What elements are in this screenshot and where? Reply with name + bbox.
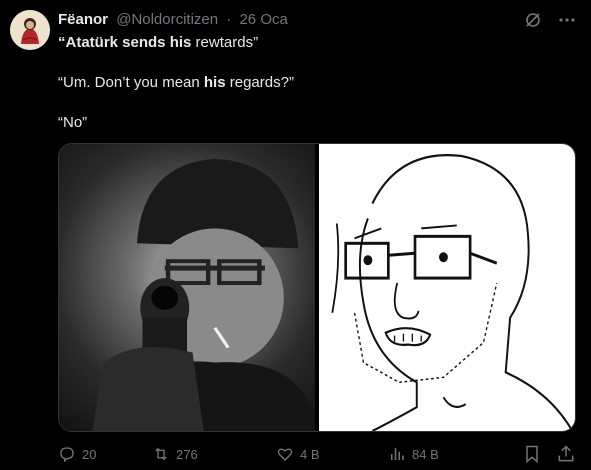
tweet-text: “Atatürk sends his rewtards” “Um. Don’t … <box>58 33 578 153</box>
tweet-line-2: “Um. Don’t you mean his regards?” <box>58 74 294 91</box>
reply-icon <box>60 447 74 463</box>
more-icon[interactable] <box>557 10 577 30</box>
wojak-glasses-drawing[interactable] <box>319 144 575 431</box>
views-count: 84 B <box>412 446 439 462</box>
media-grid <box>58 143 576 432</box>
repost-icon <box>155 447 167 461</box>
man-with-pistol-photo[interactable] <box>59 144 315 431</box>
repost-count: 276 <box>176 446 198 462</box>
share-icon[interactable] <box>556 444 576 464</box>
like-count: 4 B <box>300 446 320 462</box>
tweet-actions-right <box>522 444 576 464</box>
like-button[interactable]: 4 B <box>276 443 388 465</box>
tweet-line-1: “Atatürk sends his rewtards” <box>58 34 259 51</box>
repost-button[interactable]: 276 <box>152 443 276 465</box>
bookmark-icon[interactable] <box>522 444 542 464</box>
like-icon <box>277 448 293 461</box>
views-button[interactable]: 84 B <box>388 443 516 465</box>
grok-icon[interactable] <box>523 10 543 30</box>
avatar[interactable] <box>10 10 50 50</box>
separator-dot: · <box>226 11 232 28</box>
views-icon <box>391 448 404 460</box>
tweet-date[interactable]: 26 Oca <box>239 11 287 28</box>
tweet-actions: 20 276 4 B 84 B <box>58 443 576 465</box>
tweet-top-actions <box>523 10 577 30</box>
author-name[interactable]: Fëanor <box>58 11 108 28</box>
tweet-header: Fëanor @Noldorcitizen · 26 Oca <box>58 10 581 30</box>
reply-count: 20 <box>82 446 97 462</box>
reply-button[interactable]: 20 <box>58 443 152 465</box>
tweet-line-3: “No” <box>58 114 88 131</box>
author-handle[interactable]: @Noldorcitizen <box>116 11 218 28</box>
